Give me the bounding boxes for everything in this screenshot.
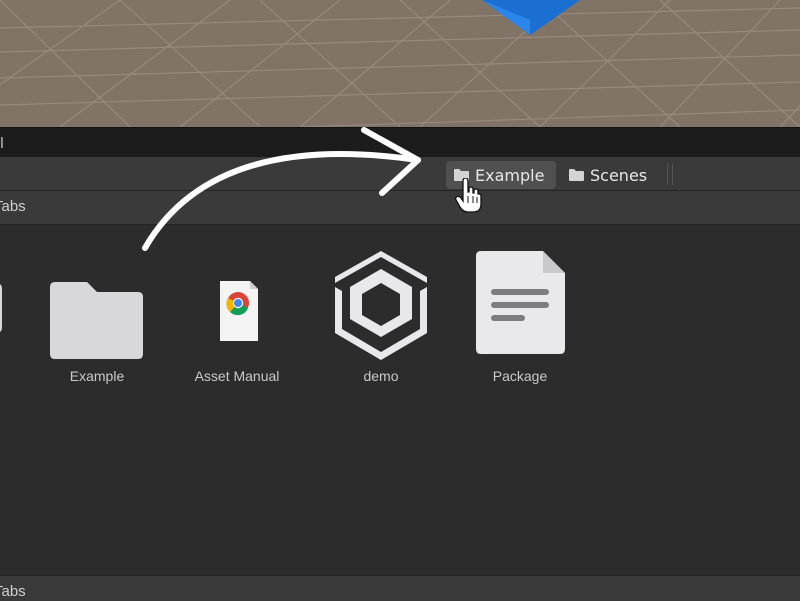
chrome-document-icon xyxy=(220,281,258,341)
document-icon xyxy=(476,251,565,354)
asset-grid: Example Asset Manual demo Package xyxy=(0,225,800,575)
window-title: l xyxy=(0,136,4,152)
asset-manual[interactable]: Asset Manual xyxy=(172,225,302,395)
asset-label: Example xyxy=(69,368,125,384)
asset-label: Asset Manual xyxy=(194,368,280,384)
asset-example-folder[interactable]: Example xyxy=(32,225,162,395)
asset-label: demo xyxy=(363,368,399,384)
asset-label: Package xyxy=(492,368,548,384)
project-window-titlebar: l xyxy=(0,127,800,158)
asset-demo-scene[interactable]: demo xyxy=(316,225,446,395)
unity-scene-icon xyxy=(335,251,427,360)
breadcrumb-label: Example xyxy=(475,165,545,185)
breadcrumb-label: Scenes xyxy=(590,165,648,185)
scene-grid xyxy=(0,0,800,127)
asset-package[interactable]: Package xyxy=(455,225,585,395)
breadcrumb-scenes[interactable]: Scenes xyxy=(561,161,661,189)
partial-asset-icon[interactable] xyxy=(0,283,2,333)
section-header[interactable]: Tabs xyxy=(0,191,800,225)
folder-icon xyxy=(50,282,143,359)
scene-viewport[interactable] xyxy=(0,0,800,127)
blue-cube xyxy=(482,0,580,35)
toolbar-resize-handle[interactable] xyxy=(667,163,673,185)
section-header-label: Tabs xyxy=(0,198,26,215)
hand-pointer-cursor-icon xyxy=(455,178,482,213)
folder-icon xyxy=(569,169,584,181)
section-footer-label: Tabs xyxy=(0,583,26,600)
breadcrumb: Example Scenes xyxy=(0,157,800,191)
section-footer[interactable]: Tabs xyxy=(0,575,800,601)
